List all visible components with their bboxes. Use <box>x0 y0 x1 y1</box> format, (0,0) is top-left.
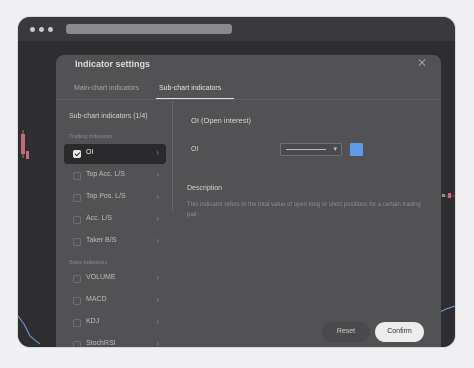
sidebar-item-label: VOLUME <box>86 274 116 281</box>
indicator-detail-title: OI (Open interest) <box>191 116 252 125</box>
chevron-down-icon: ▾ <box>333 146 337 153</box>
sidebar-title: Sub-chart indicators (1/4) <box>69 113 148 120</box>
chevron-right-icon: › <box>156 339 159 347</box>
candle <box>26 151 29 159</box>
browser-toolbar <box>18 17 455 41</box>
candle <box>442 194 445 197</box>
checkbox[interactable] <box>73 216 81 224</box>
checkbox[interactable] <box>73 275 81 283</box>
sidebar-item-label: MACD <box>86 296 107 303</box>
sidebar-item-macd[interactable]: MACD › <box>64 291 166 311</box>
chevron-right-icon: › <box>156 295 159 304</box>
window-dot-icon <box>39 27 44 32</box>
address-bar[interactable] <box>66 24 232 34</box>
description-text: This indicator refers to the total value… <box>187 202 421 218</box>
group-label-basic: Basic indicators <box>69 260 108 266</box>
window-dot-icon <box>30 27 35 32</box>
sidebar-item-oi[interactable]: OI › <box>64 144 166 164</box>
description-title: Description <box>187 185 223 192</box>
line-setting-label: OI <box>191 146 199 153</box>
line-style-select[interactable]: ▾ <box>280 143 342 156</box>
sidebar-item-kdj[interactable]: KDJ › <box>64 313 166 333</box>
dialog-title: Indicator settings <box>75 59 151 69</box>
sidebar-item-stochrsi[interactable]: StochRSI › <box>64 335 166 347</box>
checkbox[interactable] <box>73 194 81 202</box>
window-dot-icon <box>48 27 53 32</box>
sidebar-item-label: OI <box>86 149 94 156</box>
chevron-right-icon: › <box>156 273 159 282</box>
tab-divider <box>56 99 441 100</box>
tab-main-chart-indicators[interactable]: Main-chart indicators <box>74 85 139 92</box>
sidebar-item-label: Top Pos. L/S <box>86 193 126 200</box>
chevron-right-icon: › <box>156 192 159 201</box>
checkbox[interactable] <box>73 319 81 327</box>
line-color-picker[interactable] <box>350 143 363 156</box>
sidebar-item-top-acc-ls[interactable]: Top Acc. L/S › <box>64 166 166 186</box>
close-icon[interactable]: ✕ <box>417 56 427 70</box>
group-label-trading: Trading indicators <box>69 134 113 140</box>
sidebar-item-label: StochRSI <box>86 340 116 347</box>
sidebar-item-top-pos-ls[interactable]: Top Pos. L/S › <box>64 188 166 208</box>
app-window: Indicator settings ✕ Main-chart indicato… <box>18 17 455 347</box>
reset-button[interactable]: Reset <box>322 322 370 342</box>
confirm-button[interactable]: Confirm <box>375 322 424 342</box>
panel-divider <box>172 101 173 211</box>
chevron-right-icon: › <box>156 148 159 157</box>
chevron-right-icon: › <box>156 317 159 326</box>
indicator-settings-dialog: Indicator settings ✕ Main-chart indicato… <box>56 55 441 347</box>
sidebar-item-taker-bs[interactable]: Taker B/S › <box>64 232 166 252</box>
sidebar-item-acc-ls[interactable]: Acc. L/S › <box>64 210 166 230</box>
checkbox[interactable] <box>73 172 81 180</box>
chevron-right-icon: › <box>156 170 159 179</box>
sidebar-item-volume[interactable]: VOLUME › <box>64 269 166 289</box>
candle <box>448 193 451 198</box>
checkbox[interactable] <box>73 341 81 347</box>
tab-sub-chart-indicators[interactable]: Sub-chart indicators <box>159 85 221 92</box>
sidebar-item-label: KDJ <box>86 318 100 325</box>
sidebar-item-label: Taker B/S <box>86 237 117 244</box>
sidebar-item-label: Acc. L/S <box>86 215 113 222</box>
checkbox-checked[interactable] <box>73 150 81 158</box>
chevron-right-icon: › <box>156 214 159 223</box>
sidebar-item-label: Top Acc. L/S <box>86 171 125 178</box>
chevron-right-icon: › <box>156 236 159 245</box>
line-style-preview <box>286 149 326 150</box>
checkbox[interactable] <box>73 297 81 305</box>
checkbox[interactable] <box>73 238 81 246</box>
